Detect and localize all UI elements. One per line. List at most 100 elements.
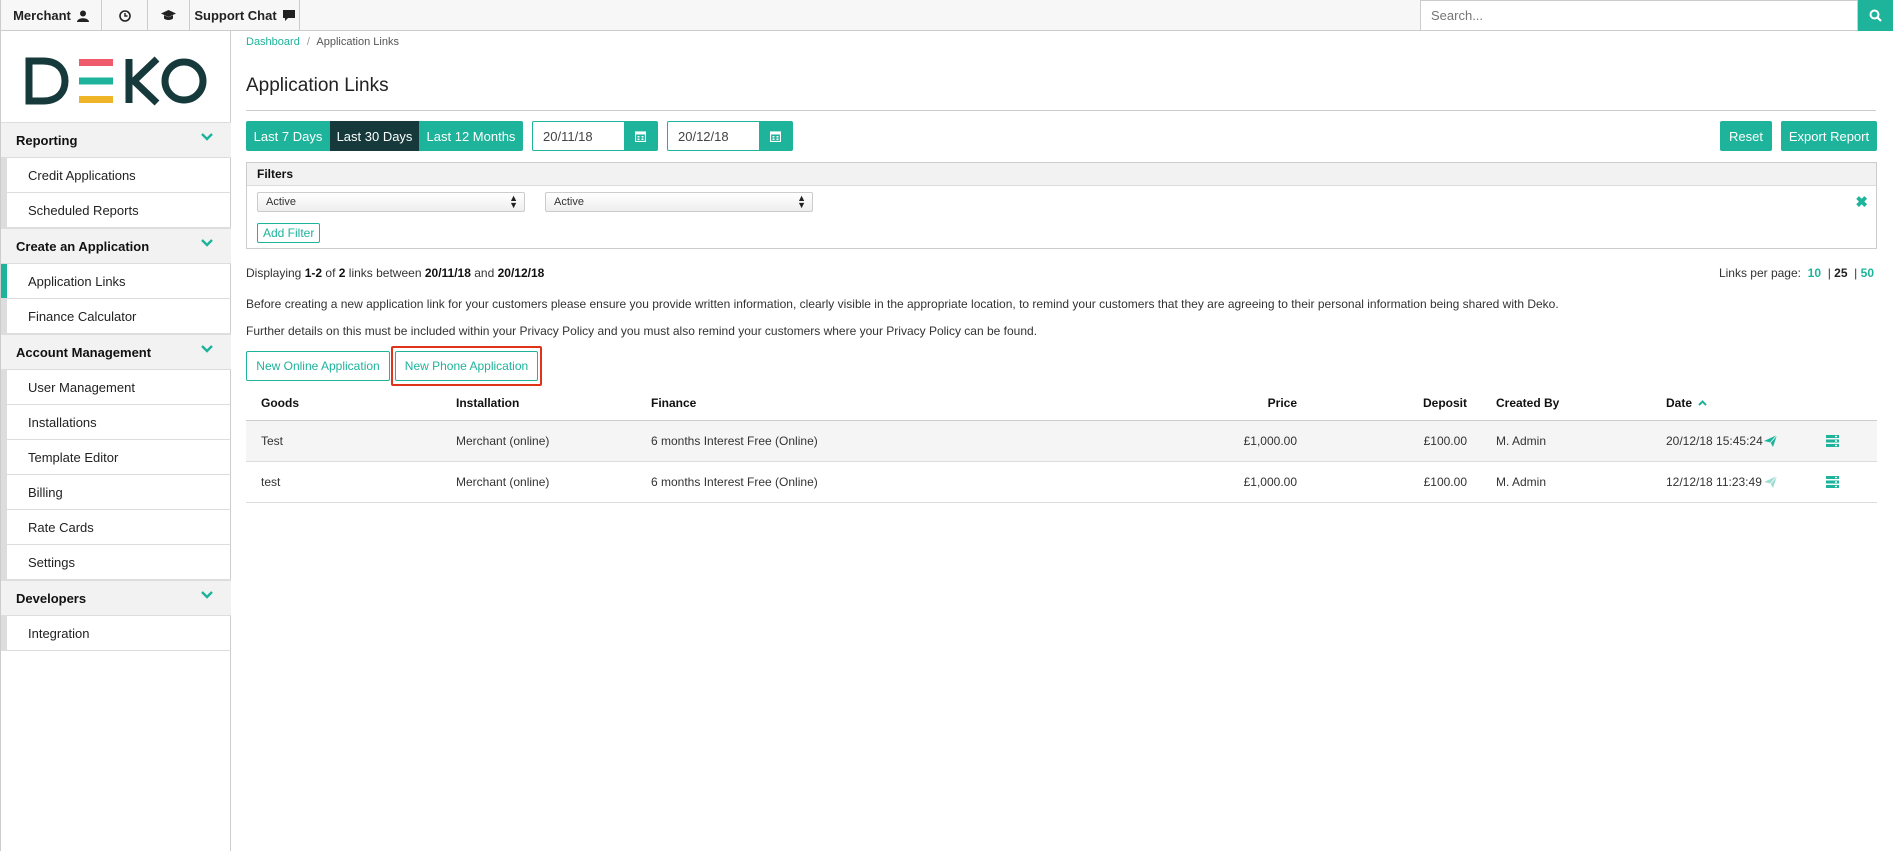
sidebar-item-integration[interactable]: Integration — [1, 616, 231, 651]
sidebar-item-settings[interactable]: Settings — [1, 545, 231, 580]
search-input[interactable] — [1420, 0, 1858, 31]
date-from-calendar-button[interactable] — [624, 122, 657, 150]
date-to-field[interactable]: 20/12/18 — [667, 121, 793, 151]
merchant-menu[interactable]: Merchant — [0, 0, 102, 31]
history-button[interactable] — [102, 0, 148, 31]
column-header-finance[interactable]: Finance — [651, 385, 696, 421]
filters-heading: Filters — [247, 163, 1876, 186]
filter-select-value: Active — [266, 196, 296, 208]
period-last-30-days-button[interactable]: Last 30 Days — [330, 121, 419, 151]
graduation-cap-icon — [161, 10, 176, 20]
export-report-button[interactable]: Export Report — [1781, 121, 1877, 151]
cell-created-by: M. Admin — [1496, 434, 1547, 448]
sort-ascending-icon — [1698, 400, 1707, 406]
cell-price: £1,000.00 — [1243, 434, 1297, 448]
sidebar-item-label: Rate Cards — [28, 519, 94, 535]
chevron-down-icon — [201, 591, 213, 599]
cell-date: 20/12/18 15:45:24 — [1666, 434, 1763, 448]
summary-prefix: Displaying — [246, 266, 302, 280]
column-header-created-by[interactable]: Created By — [1496, 385, 1559, 421]
support-chat-button[interactable]: Support Chat — [190, 0, 300, 31]
cell-goods: Test — [261, 434, 284, 448]
summary-to: 20/12/18 — [497, 266, 545, 280]
filter-select-1[interactable]: Active ▲ ▼ — [257, 192, 525, 212]
breadcrumb-dashboard-link[interactable]: Dashboard — [246, 36, 300, 48]
per-page-label: Links per page: — [1718, 266, 1801, 280]
cell-installation: Merchant (online) — [456, 434, 550, 448]
view-details-button[interactable] — [1822, 462, 1842, 502]
sidebar-section-create-application[interactable]: Create an Application — [1, 228, 231, 264]
privacy-policy-notice: Further details on this must be included… — [246, 324, 1038, 338]
paper-plane-icon — [1763, 476, 1777, 488]
privacy-notice: Before creating a new application link f… — [246, 297, 1559, 311]
cell-finance: 6 months Interest Free (Online) — [651, 475, 818, 489]
deko-logo — [25, 56, 207, 106]
date-to-calendar-button[interactable] — [759, 122, 792, 150]
sidebar-item-credit-applications[interactable]: Credit Applications — [1, 158, 231, 193]
date-from-field[interactable]: 20/11/18 — [532, 121, 658, 151]
sidebar-item-scheduled-reports[interactable]: Scheduled Reports — [1, 193, 231, 228]
sidebar-item-template-editor[interactable]: Template Editor — [1, 440, 231, 475]
date-from-value: 20/11/18 — [543, 129, 593, 144]
period-last-7-days-button[interactable]: Last 7 Days — [246, 121, 330, 151]
chevron-down-icon — [201, 239, 213, 247]
reset-button[interactable]: Reset — [1720, 121, 1772, 151]
table-row: test Merchant (online) 6 months Interest… — [246, 462, 1877, 503]
cell-created-by: M. Admin — [1496, 475, 1547, 489]
column-header-deposit[interactable]: Deposit — [1346, 385, 1467, 421]
summary-from: 20/11/18 — [424, 266, 471, 280]
send-link-button[interactable] — [1760, 421, 1780, 461]
user-icon — [76, 10, 89, 22]
cell-goods: test — [261, 475, 281, 489]
sidebar: Reporting Credit Applications Scheduled … — [0, 31, 231, 851]
sidebar-section-developers[interactable]: Developers — [1, 580, 231, 616]
highlight-box — [391, 346, 542, 386]
column-header-date[interactable]: Date — [1666, 385, 1707, 421]
sidebar-item-installations[interactable]: Installations — [1, 405, 231, 440]
sidebar-item-application-links[interactable]: Application Links — [1, 264, 231, 299]
breadcrumb-separator: / — [306, 36, 310, 48]
sidebar-item-label: Installations — [28, 414, 97, 430]
sidebar-section-account-management[interactable]: Account Management — [1, 334, 231, 370]
view-details-button[interactable] — [1822, 421, 1842, 461]
column-header-price[interactable]: Price — [1146, 385, 1297, 421]
breadcrumb-current: Application Links — [316, 36, 399, 48]
add-filter-button[interactable]: Add Filter — [257, 223, 321, 243]
calendar-icon — [770, 131, 781, 142]
column-header-goods[interactable]: Goods — [261, 385, 299, 421]
chevron-down-icon — [201, 345, 213, 353]
summary-range: 1-2 — [304, 266, 323, 280]
new-online-application-button[interactable]: New Online Application — [246, 351, 390, 381]
training-button[interactable] — [148, 0, 190, 31]
select-arrows-icon: ▲ ▼ — [509, 193, 518, 210]
column-header-installation[interactable]: Installation — [456, 385, 519, 421]
clock-icon — [118, 9, 131, 22]
breadcrumb: Dashboard / Application Links — [246, 36, 399, 48]
filter-select-value: Active — [554, 196, 584, 208]
sidebar-section-reporting[interactable]: Reporting — [1, 122, 231, 158]
remove-filter-icon[interactable]: ✖ — [1855, 193, 1868, 211]
links-per-page: Links per page: 10 | 25 | 50 — [1718, 266, 1874, 280]
per-page-option-50[interactable]: 50 — [1861, 266, 1874, 280]
cell-deposit: £100.00 — [1423, 475, 1467, 489]
search-icon — [1869, 9, 1882, 22]
sidebar-item-finance-calculator[interactable]: Finance Calculator — [1, 299, 231, 334]
sidebar-item-user-management[interactable]: User Management — [1, 370, 231, 405]
paper-plane-icon — [1763, 435, 1777, 447]
sidebar-section-label: Create an Application — [16, 238, 150, 254]
period-last-12-months-button[interactable]: Last 12 Months — [419, 121, 523, 151]
sidebar-item-billing[interactable]: Billing — [1, 475, 231, 510]
sidebar-item-label: Billing — [28, 484, 63, 500]
summary-and: and — [474, 266, 495, 280]
send-link-button[interactable] — [1760, 462, 1780, 502]
search-button[interactable] — [1858, 0, 1893, 31]
sidebar-section-label: Developers — [16, 590, 87, 606]
sidebar-item-rate-cards[interactable]: Rate Cards — [1, 510, 231, 545]
sidebar-item-label: Scheduled Reports — [28, 202, 139, 218]
filter-select-2[interactable]: Active ▲ ▼ — [545, 192, 813, 212]
sidebar-item-label: Credit Applications — [28, 167, 136, 183]
per-page-option-25[interactable]: 25 — [1834, 266, 1847, 280]
cell-installation: Merchant (online) — [456, 475, 550, 489]
per-page-option-10[interactable]: 10 — [1808, 266, 1821, 280]
support-chat-label: Support Chat — [194, 8, 277, 23]
